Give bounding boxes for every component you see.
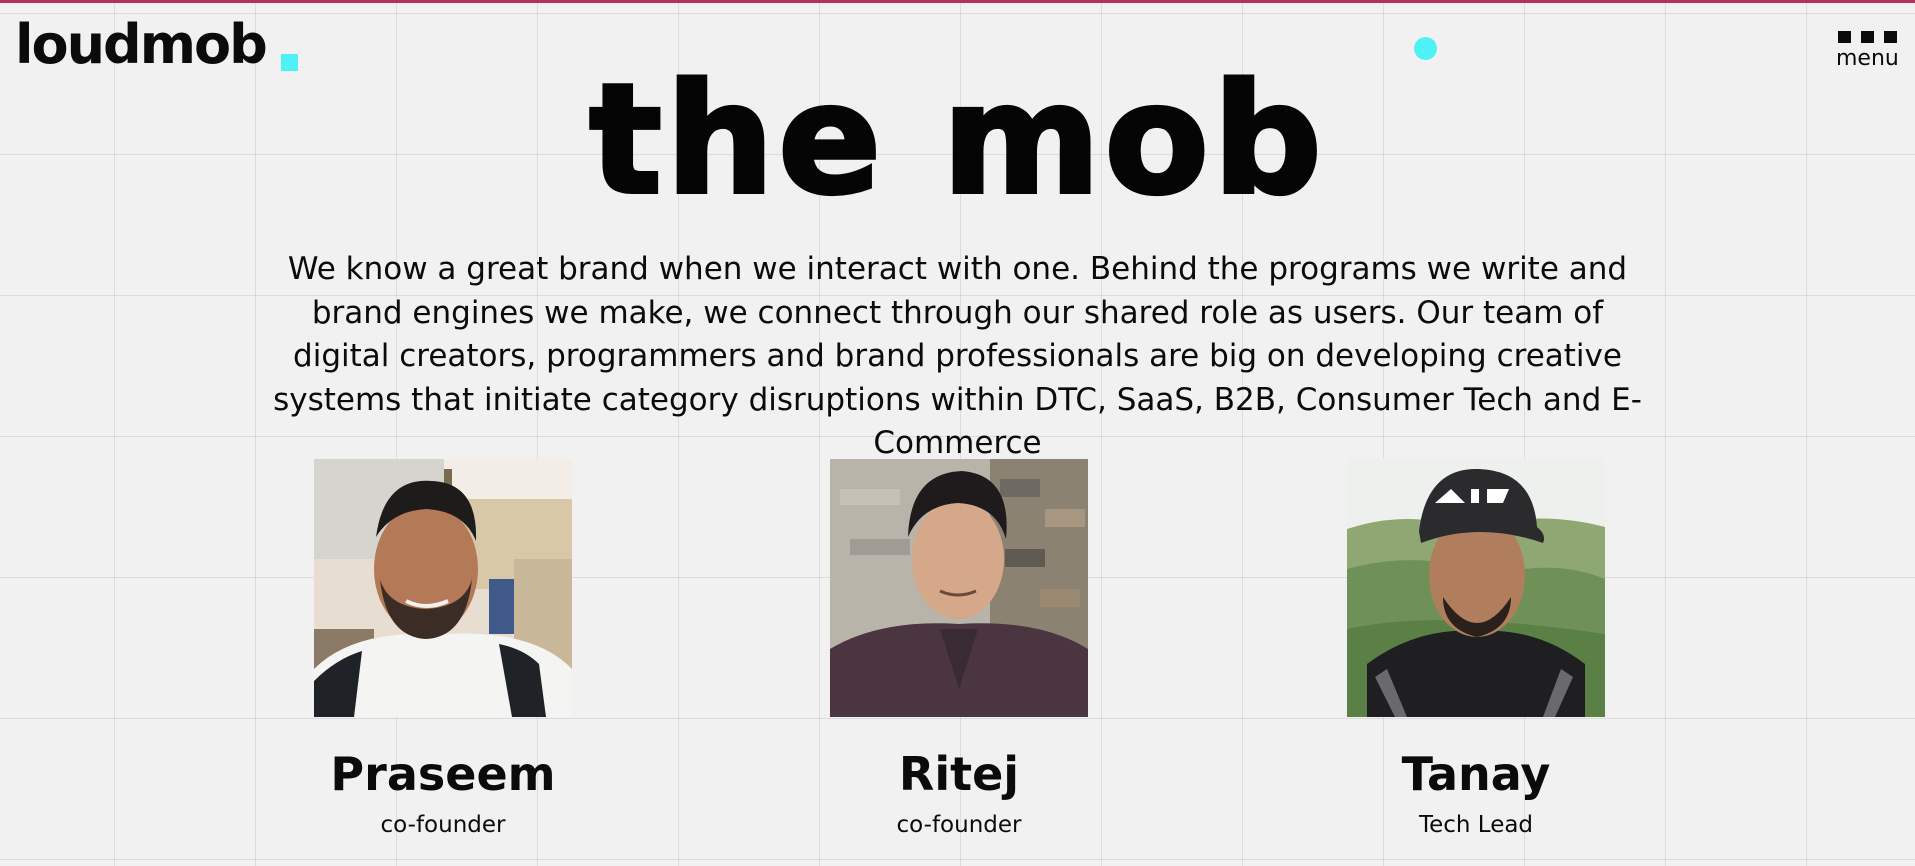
intro-paragraph: We know a great brand when we interact w… bbox=[273, 251, 1642, 461]
team-member-name: Praseem bbox=[330, 747, 556, 801]
page-title: the mob bbox=[587, 51, 1326, 228]
team-member-photo bbox=[830, 459, 1088, 717]
menu-icon bbox=[1838, 31, 1897, 43]
team-member-name: Tanay bbox=[1401, 747, 1551, 801]
team-member-role: co-founder bbox=[896, 812, 1022, 838]
team-member-photo bbox=[314, 459, 572, 717]
cursor-dot bbox=[1414, 37, 1437, 60]
team-member-card: Praseem co-founder bbox=[314, 459, 572, 837]
team-member-role: co-founder bbox=[380, 812, 506, 838]
team-member-photo bbox=[1347, 459, 1605, 717]
team-member-name: Ritej bbox=[898, 747, 1020, 801]
team-member-card: Tanay Tech Lead bbox=[1347, 459, 1605, 837]
team-member-card: Ritej co-founder bbox=[830, 459, 1088, 837]
top-accent-strip bbox=[0, 0, 1915, 3]
team-member-role: Tech Lead bbox=[1418, 812, 1534, 838]
